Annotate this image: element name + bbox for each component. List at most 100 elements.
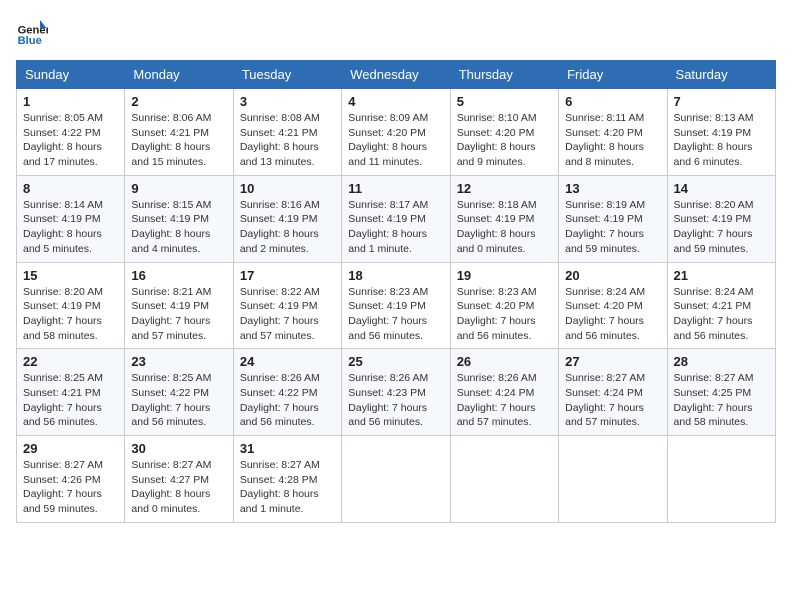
day-number: 7 xyxy=(674,94,769,109)
calendar-day-1: 1 Sunrise: 8:05 AM Sunset: 4:22 PM Daylig… xyxy=(17,89,125,176)
day-info: Sunrise: 8:19 AM Sunset: 4:19 PM Dayligh… xyxy=(565,198,660,257)
calendar-day-5: 5Sunrise: 8:10 AM Sunset: 4:20 PM Daylig… xyxy=(450,89,558,176)
calendar-day-21: 21Sunrise: 8:24 AM Sunset: 4:21 PM Dayli… xyxy=(667,262,775,349)
day-info: Sunrise: 8:23 AM Sunset: 4:19 PM Dayligh… xyxy=(348,285,443,344)
calendar-day-14: 14 Sunrise: 8:20 AM Sunset: 4:19 PM Dayli… xyxy=(667,175,775,262)
day-info: Sunrise: 8:25 AM Sunset: 4:22 PM Dayligh… xyxy=(131,371,226,430)
calendar-day-28: 28 Sunrise: 8:27 AM Sunset: 4:25 PM Dayli… xyxy=(667,349,775,436)
calendar-day-20: 20 Sunrise: 8:24 AM Sunset: 4:20 PM Dayli… xyxy=(559,262,667,349)
day-number: 25 xyxy=(348,354,443,369)
calendar-day-6: 6 Sunrise: 8:11 AM Sunset: 4:20 PM Daylig… xyxy=(559,89,667,176)
day-info: Sunrise: 8:14 AM Sunset: 4:19 PM Dayligh… xyxy=(23,198,118,257)
day-info: Sunrise: 8:11 AM Sunset: 4:20 PM Dayligh… xyxy=(565,111,660,170)
day-number: 6 xyxy=(565,94,660,109)
calendar-day-25: 25 Sunrise: 8:26 AM Sunset: 4:23 PM Dayli… xyxy=(342,349,450,436)
logo-icon: General Blue xyxy=(16,16,48,48)
day-info: Sunrise: 8:26 AM Sunset: 4:23 PM Dayligh… xyxy=(348,371,443,430)
day-number: 11 xyxy=(348,181,443,196)
calendar-day-17: 17 Sunrise: 8:22 AM Sunset: 4:19 PM Dayli… xyxy=(233,262,341,349)
calendar-table: SundayMondayTuesdayWednesdayThursdayFrid… xyxy=(16,60,776,523)
day-number: 24 xyxy=(240,354,335,369)
day-number: 1 xyxy=(23,94,118,109)
calendar-day-19: 19 Sunrise: 8:23 AM Sunset: 4:20 PM Dayli… xyxy=(450,262,558,349)
day-info: Sunrise: 8:27 AM Sunset: 4:28 PM Dayligh… xyxy=(240,458,335,517)
day-info: Sunrise: 8:05 AM Sunset: 4:22 PM Dayligh… xyxy=(23,111,118,170)
day-number: 23 xyxy=(131,354,226,369)
weekday-header-sunday: Sunday xyxy=(17,61,125,89)
day-info: Sunrise: 8:24 AM Sunset: 4:20 PM Dayligh… xyxy=(565,285,660,344)
day-number: 10 xyxy=(240,181,335,196)
calendar-day-15: 15 Sunrise: 8:20 AM Sunset: 4:19 PM Dayli… xyxy=(17,262,125,349)
day-number: 16 xyxy=(131,268,226,283)
calendar-day-18: 18 Sunrise: 8:23 AM Sunset: 4:19 PM Dayli… xyxy=(342,262,450,349)
weekday-header-tuesday: Tuesday xyxy=(233,61,341,89)
day-number: 30 xyxy=(131,441,226,456)
day-number: 28 xyxy=(674,354,769,369)
empty-cell xyxy=(559,436,667,523)
day-number: 26 xyxy=(457,354,552,369)
page-header: General Blue xyxy=(16,16,776,48)
day-number: 14 xyxy=(674,181,769,196)
day-number: 18 xyxy=(348,268,443,283)
calendar-day-31: 31 Sunrise: 8:27 AM Sunset: 4:28 PM Dayli… xyxy=(233,436,341,523)
svg-text:Blue: Blue xyxy=(18,35,42,47)
logo: General Blue xyxy=(16,16,48,48)
day-number: 21 xyxy=(674,268,769,283)
day-info: Sunrise: 8:27 AM Sunset: 4:24 PM Dayligh… xyxy=(565,371,660,430)
day-info: Sunrise: 8:27 AM Sunset: 4:27 PM Dayligh… xyxy=(131,458,226,517)
calendar-day-7: 7 Sunrise: 8:13 AM Sunset: 4:19 PM Daylig… xyxy=(667,89,775,176)
day-number: 22 xyxy=(23,354,118,369)
empty-cell xyxy=(667,436,775,523)
day-number: 15 xyxy=(23,268,118,283)
day-number: 8 xyxy=(23,181,118,196)
weekday-header-friday: Friday xyxy=(559,61,667,89)
calendar-day-11: 11 Sunrise: 8:17 AM Sunset: 4:19 PM Dayli… xyxy=(342,175,450,262)
day-number: 9 xyxy=(131,181,226,196)
weekday-header-thursday: Thursday xyxy=(450,61,558,89)
day-number: 20 xyxy=(565,268,660,283)
calendar-day-9: 9 Sunrise: 8:15 AM Sunset: 4:19 PM Daylig… xyxy=(125,175,233,262)
calendar-day-12: 12Sunrise: 8:18 AM Sunset: 4:19 PM Dayli… xyxy=(450,175,558,262)
day-info: Sunrise: 8:15 AM Sunset: 4:19 PM Dayligh… xyxy=(131,198,226,257)
day-info: Sunrise: 8:13 AM Sunset: 4:19 PM Dayligh… xyxy=(674,111,769,170)
day-info: Sunrise: 8:17 AM Sunset: 4:19 PM Dayligh… xyxy=(348,198,443,257)
day-number: 19 xyxy=(457,268,552,283)
day-info: Sunrise: 8:27 AM Sunset: 4:25 PM Dayligh… xyxy=(674,371,769,430)
calendar-day-3: 3 Sunrise: 8:08 AM Sunset: 4:21 PM Daylig… xyxy=(233,89,341,176)
day-info: Sunrise: 8:09 AM Sunset: 4:20 PM Dayligh… xyxy=(348,111,443,170)
day-info: Sunrise: 8:21 AM Sunset: 4:19 PM Dayligh… xyxy=(131,285,226,344)
day-info: Sunrise: 8:27 AM Sunset: 4:26 PM Dayligh… xyxy=(23,458,118,517)
weekday-header-monday: Monday xyxy=(125,61,233,89)
weekday-header-wednesday: Wednesday xyxy=(342,61,450,89)
day-number: 3 xyxy=(240,94,335,109)
day-info: Sunrise: 8:20 AM Sunset: 4:19 PM Dayligh… xyxy=(674,198,769,257)
day-number: 29 xyxy=(23,441,118,456)
day-info: Sunrise: 8:08 AM Sunset: 4:21 PM Dayligh… xyxy=(240,111,335,170)
calendar-day-30: 30 Sunrise: 8:27 AM Sunset: 4:27 PM Dayli… xyxy=(125,436,233,523)
day-info: Sunrise: 8:26 AM Sunset: 4:24 PM Dayligh… xyxy=(457,371,552,430)
calendar-day-29: 29 Sunrise: 8:27 AM Sunset: 4:26 PM Dayli… xyxy=(17,436,125,523)
day-number: 27 xyxy=(565,354,660,369)
calendar-day-22: 22 Sunrise: 8:25 AM Sunset: 4:21 PM Dayli… xyxy=(17,349,125,436)
day-number: 5 xyxy=(457,94,552,109)
calendar-day-26: 26 Sunrise: 8:26 AM Sunset: 4:24 PM Dayli… xyxy=(450,349,558,436)
empty-cell xyxy=(342,436,450,523)
calendar-day-27: 27 Sunrise: 8:27 AM Sunset: 4:24 PM Dayli… xyxy=(559,349,667,436)
day-info: Sunrise: 8:16 AM Sunset: 4:19 PM Dayligh… xyxy=(240,198,335,257)
calendar-day-4: 4 Sunrise: 8:09 AM Sunset: 4:20 PM Daylig… xyxy=(342,89,450,176)
weekday-header-saturday: Saturday xyxy=(667,61,775,89)
day-info: Sunrise: 8:18 AM Sunset: 4:19 PM Dayligh… xyxy=(457,198,552,257)
day-number: 4 xyxy=(348,94,443,109)
calendar-day-10: 10 Sunrise: 8:16 AM Sunset: 4:19 PM Dayli… xyxy=(233,175,341,262)
day-info: Sunrise: 8:20 AM Sunset: 4:19 PM Dayligh… xyxy=(23,285,118,344)
day-info: Sunrise: 8:25 AM Sunset: 4:21 PM Dayligh… xyxy=(23,371,118,430)
calendar-day-23: 23 Sunrise: 8:25 AM Sunset: 4:22 PM Dayli… xyxy=(125,349,233,436)
day-number: 2 xyxy=(131,94,226,109)
day-info: Sunrise: 8:22 AM Sunset: 4:19 PM Dayligh… xyxy=(240,285,335,344)
day-number: 17 xyxy=(240,268,335,283)
calendar-day-13: 13 Sunrise: 8:19 AM Sunset: 4:19 PM Dayli… xyxy=(559,175,667,262)
day-info: Sunrise: 8:23 AM Sunset: 4:20 PM Dayligh… xyxy=(457,285,552,344)
day-number: 31 xyxy=(240,441,335,456)
calendar-day-16: 16 Sunrise: 8:21 AM Sunset: 4:19 PM Dayli… xyxy=(125,262,233,349)
day-number: 13 xyxy=(565,181,660,196)
